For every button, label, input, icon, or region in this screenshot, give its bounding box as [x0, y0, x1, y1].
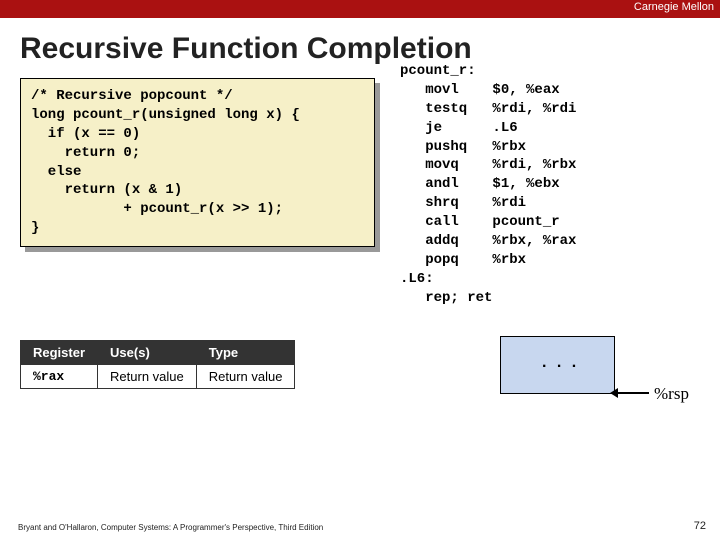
rsp-label: %rsp — [654, 384, 689, 404]
footer-credit: Bryant and O'Hallaron, Computer Systems:… — [18, 523, 323, 532]
top-bar: Carnegie Mellon — [0, 0, 720, 18]
c-code-box: /* Recursive popcount */ long pcount_r(u… — [20, 78, 375, 247]
col-register: Register — [21, 341, 98, 365]
university-label: Carnegie Mellon — [634, 1, 714, 13]
register-table: Register Use(s) Type %rax Return value R… — [20, 340, 295, 389]
rsp-arrow-head — [610, 388, 618, 398]
cell-register: %rax — [21, 365, 98, 389]
slide-title: Recursive Function Completion — [20, 32, 720, 66]
cell-type: Return value — [196, 365, 295, 389]
assembly-listing: pcount_r: movl $0, %eax testq %rdi, %rdi… — [400, 62, 576, 308]
table-header-row: Register Use(s) Type — [21, 341, 295, 365]
stack-ellipsis: . . . — [542, 354, 579, 372]
col-uses: Use(s) — [98, 341, 197, 365]
cell-use: Return value — [98, 365, 197, 389]
c-code: /* Recursive popcount */ long pcount_r(u… — [20, 78, 375, 247]
table-row: %rax Return value Return value — [21, 365, 295, 389]
rsp-arrow-line — [615, 392, 649, 394]
page-number: 72 — [694, 520, 706, 532]
col-type: Type — [196, 341, 295, 365]
